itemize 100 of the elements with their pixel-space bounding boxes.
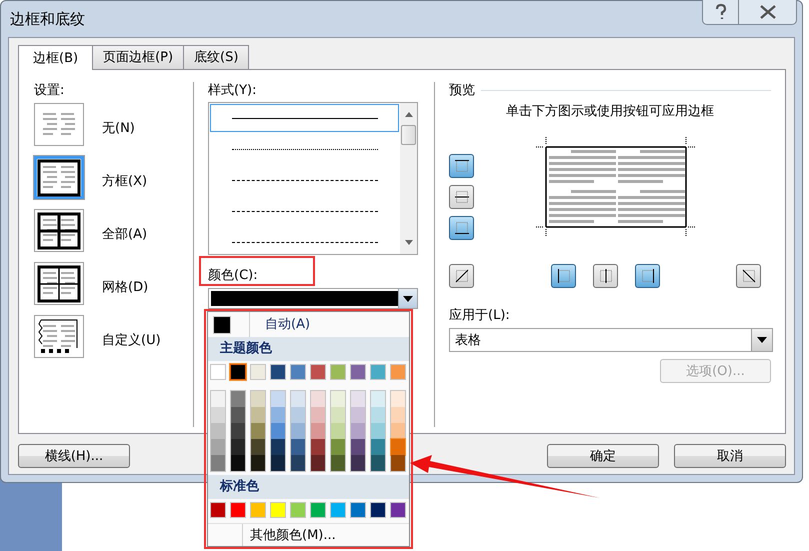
color-swatch[interactable] — [311, 407, 325, 423]
color-swatch[interactable] — [391, 391, 405, 407]
color-swatch[interactable] — [251, 407, 265, 423]
color-swatch[interactable] — [230, 502, 246, 518]
scroll-thumb[interactable] — [401, 125, 416, 145]
color-swatch[interactable] — [391, 423, 405, 439]
color-swatch[interactable] — [330, 502, 346, 518]
color-swatch[interactable] — [390, 364, 406, 380]
color-swatch[interactable] — [211, 455, 225, 471]
color-swatch[interactable] — [370, 364, 386, 380]
color-swatch[interactable] — [310, 364, 326, 380]
dropdown-button[interactable] — [398, 289, 417, 308]
scrollbar[interactable] — [400, 103, 417, 254]
color-swatch[interactable] — [231, 455, 245, 471]
color-swatch[interactable] — [270, 364, 286, 380]
tab[interactable]: 边框(B) — [18, 45, 94, 70]
color-swatch[interactable] — [251, 423, 265, 439]
color-swatch[interactable] — [291, 439, 305, 455]
color-swatch[interactable] — [251, 455, 265, 471]
color-swatch[interactable] — [331, 391, 345, 407]
color-swatch[interactable] — [211, 391, 225, 407]
color-swatch[interactable] — [231, 439, 245, 455]
color-swatch[interactable] — [270, 502, 286, 518]
border-toggle-button[interactable] — [593, 264, 618, 288]
color-swatch[interactable] — [311, 455, 325, 471]
border-setting-thumbnail[interactable] — [34, 262, 84, 305]
color-swatch[interactable] — [230, 364, 246, 380]
border-toggle-button[interactable] — [449, 154, 474, 178]
setting-label: 自定义(U) — [102, 332, 161, 348]
color-swatch[interactable] — [371, 455, 385, 471]
color-swatch[interactable] — [211, 407, 225, 423]
color-swatch[interactable] — [251, 439, 265, 455]
section-heading: 标准色 — [208, 475, 409, 499]
border-setting-thumbnail[interactable] — [34, 209, 84, 252]
color-swatch[interactable] — [271, 423, 285, 439]
border-toggle-button[interactable] — [635, 264, 660, 288]
color-swatch[interactable] — [291, 391, 305, 407]
color-swatch[interactable] — [210, 364, 226, 380]
tab[interactable]: 底纹(S) — [183, 45, 250, 69]
border-toggle-button[interactable] — [449, 185, 474, 209]
dialog-button[interactable]: 确定 — [547, 444, 659, 468]
color-swatch[interactable] — [210, 502, 226, 518]
color-swatch[interactable] — [331, 423, 345, 439]
color-dropdown[interactable] — [208, 288, 418, 309]
color-swatch[interactable] — [311, 423, 325, 439]
color-swatch[interactable] — [350, 502, 366, 518]
border-toggle-button[interactable] — [449, 216, 474, 240]
color-swatch[interactable] — [211, 439, 225, 455]
color-swatch[interactable] — [371, 407, 385, 423]
color-swatch[interactable] — [231, 407, 245, 423]
color-swatch[interactable] — [370, 502, 386, 518]
color-swatch[interactable] — [371, 423, 385, 439]
close-icon — [758, 5, 776, 19]
color-swatch[interactable] — [391, 407, 405, 423]
color-swatch[interactable] — [290, 364, 306, 380]
color-swatch[interactable] — [251, 391, 265, 407]
dialog-button[interactable]: 取消 — [674, 444, 786, 468]
color-swatch[interactable] — [271, 407, 285, 423]
color-swatch[interactable] — [271, 455, 285, 471]
color-swatch[interactable] — [351, 407, 365, 423]
color-swatch[interactable] — [291, 423, 305, 439]
color-swatch[interactable] — [331, 439, 345, 455]
preview-hint: 单击下方图示或使用按钮可应用边框 — [505, 104, 715, 119]
color-swatch[interactable] — [391, 455, 405, 471]
border-toggle-button[interactable] — [736, 264, 761, 288]
color-swatch[interactable] — [291, 407, 305, 423]
border-setting-thumbnail[interactable] — [34, 315, 84, 358]
color-swatch[interactable] — [391, 439, 405, 455]
color-swatch[interactable] — [290, 502, 306, 518]
color-swatch[interactable] — [371, 439, 385, 455]
border-toggle-button[interactable] — [551, 264, 576, 288]
tab[interactable]: 页面边框(P) — [92, 45, 184, 69]
color-swatch[interactable] — [250, 502, 266, 518]
border-setting-thumbnail[interactable] — [34, 156, 84, 199]
color-swatch[interactable] — [231, 391, 245, 407]
apply-to-dropdown[interactable]: 表格 — [449, 328, 773, 352]
more-colors-item[interactable]: 其他颜色(M)... — [208, 523, 409, 546]
border-setting-thumbnail[interactable] — [34, 103, 84, 146]
horizontal-line-button[interactable]: 横线(H)... — [18, 444, 130, 468]
color-swatch[interactable] — [271, 391, 285, 407]
color-swatch[interactable] — [271, 439, 285, 455]
color-swatch[interactable] — [331, 455, 345, 471]
color-swatch[interactable] — [371, 391, 385, 407]
color-swatch[interactable] — [351, 391, 365, 407]
color-swatch[interactable] — [350, 364, 366, 380]
color-swatch[interactable] — [311, 391, 325, 407]
color-swatch[interactable] — [351, 439, 365, 455]
color-swatch[interactable] — [331, 407, 345, 423]
color-swatch[interactable] — [330, 364, 346, 380]
color-swatch[interactable] — [351, 423, 365, 439]
color-swatch[interactable] — [250, 364, 266, 380]
border-toggle-button[interactable] — [449, 264, 474, 288]
line-style-option[interactable] — [210, 104, 399, 132]
color-swatch[interactable] — [390, 502, 406, 518]
color-swatch[interactable] — [310, 502, 326, 518]
color-swatch[interactable] — [211, 423, 225, 439]
color-swatch[interactable] — [351, 455, 365, 471]
color-swatch[interactable] — [291, 455, 305, 471]
color-swatch[interactable] — [231, 423, 245, 439]
color-swatch[interactable] — [311, 439, 325, 455]
